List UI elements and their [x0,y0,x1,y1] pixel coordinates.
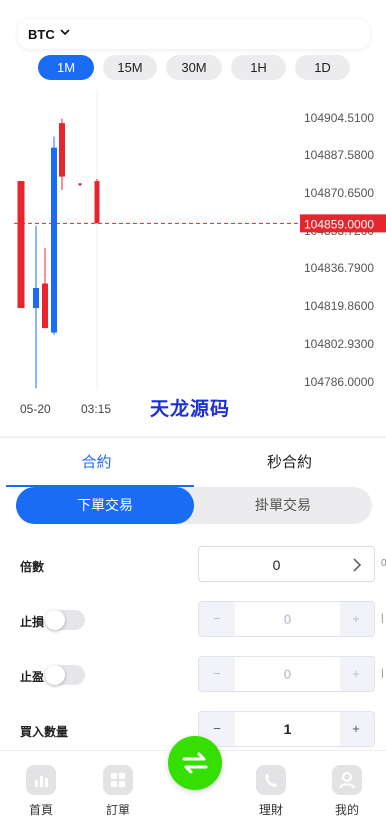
leverage-value: 0 [272,557,281,573]
contract-tabs: 合約 秒合約 [0,437,386,487]
phone-icon [256,765,286,795]
nav-home[interactable]: 首頁 [16,765,66,818]
symbol-label: BTC [28,27,55,42]
y-tick-label: 104870.6500 [304,186,374,200]
edge-fragment: 0 [381,558,386,569]
nav-finance-label: 理財 [258,803,283,817]
candle-body [17,181,25,309]
take-profit-minus-button[interactable]: − [199,657,235,691]
timeframe-1m[interactable]: 1M [38,55,94,80]
watermark-text: 天龙源码 [150,398,231,420]
tab-contract[interactable]: 合約 [0,438,193,488]
chart-panel: BTC 1M 15M 30M 1H 1D 104904.5100 104887.5… [0,0,386,436]
tab-seconds-contract[interactable]: 秒合約 [193,438,386,488]
chart-icon [26,765,56,795]
toggle-knob [45,610,65,630]
quantity-input[interactable]: 1 [235,712,340,746]
y-tick-label: 104802.9300 [304,337,374,351]
current-price-label: 104859.0000 [304,217,374,231]
y-tick-label: 104836.7900 [304,261,374,275]
leverage-selector[interactable]: 0 [198,546,375,582]
quantity-label: 買入數量 [20,725,69,739]
y-tick-label: 104786.0000 [304,375,374,389]
leverage-label: 倍數 [20,560,45,574]
stop-loss-plus-button[interactable]: + [338,602,374,636]
market-order-button[interactable]: 下單交易 [16,487,194,524]
nav-finance[interactable]: 理財 [246,765,296,818]
grid-icon [103,765,133,795]
stop-loss-label: 止損 [20,615,45,629]
take-profit-toggle[interactable] [45,665,85,685]
symbol-selector[interactable]: BTC [18,19,370,49]
order-type-toggle: 下單交易 掛單交易 [16,487,372,524]
timeframe-selector: 1M 15M 30M 1H 1D [0,55,386,81]
order-form: 下單交易 掛單交易 倍數 0 0 止損 − 0 + | 止盈 − 0 + | 買… [0,487,386,750]
timeframe-15m[interactable]: 15M [103,55,157,80]
x-tick-label: 03:15 [81,402,111,416]
x-tick-label: 05-20 [20,402,51,416]
quantity-plus-button[interactable]: + [338,712,374,746]
candlestick-chart[interactable]: 104904.5100104887.5800104870.6500104853.… [0,90,386,420]
stop-loss-toggle[interactable] [45,610,85,630]
timeframe-1h[interactable]: 1H [231,55,286,80]
candle-body [42,283,48,329]
nav-profile-label: 我的 [334,803,359,817]
y-tick-label: 104887.5800 [304,148,374,162]
take-profit-input[interactable]: 0 [235,657,340,691]
nav-orders-label: 訂單 [105,803,130,817]
nav-home-label: 首頁 [28,803,53,817]
timeframe-30m[interactable]: 30M [166,55,222,80]
stop-loss-stepper: − 0 + [198,601,375,637]
quantity-stepper: − 1 + [198,711,375,747]
candle-body [94,181,100,224]
candle-body [78,183,82,186]
limit-order-button[interactable]: 掛單交易 [194,487,372,524]
stop-loss-minus-button[interactable]: − [199,602,235,636]
toggle-knob [45,665,65,685]
chevron-right-icon [353,558,362,572]
trade-fab-button[interactable] [168,736,222,790]
take-profit-plus-button[interactable]: + [338,657,374,691]
chevron-down-icon [60,29,70,36]
timeframe-1d[interactable]: 1D [295,55,350,80]
swap-icon [182,752,208,774]
y-tick-label: 104819.8600 [304,299,374,313]
candle-body [59,123,65,177]
edge-fragment: | [381,613,384,624]
take-profit-label: 止盈 [20,670,45,684]
candle-body [33,287,39,309]
nav-profile[interactable]: 我的 [322,765,372,818]
y-tick-label: 104904.5100 [304,111,374,125]
stop-loss-input[interactable]: 0 [235,602,340,636]
user-icon [332,765,362,795]
candle-body [51,147,57,333]
take-profit-stepper: − 0 + [198,656,375,692]
nav-orders[interactable]: 訂單 [93,765,143,818]
edge-fragment: | [381,668,384,679]
